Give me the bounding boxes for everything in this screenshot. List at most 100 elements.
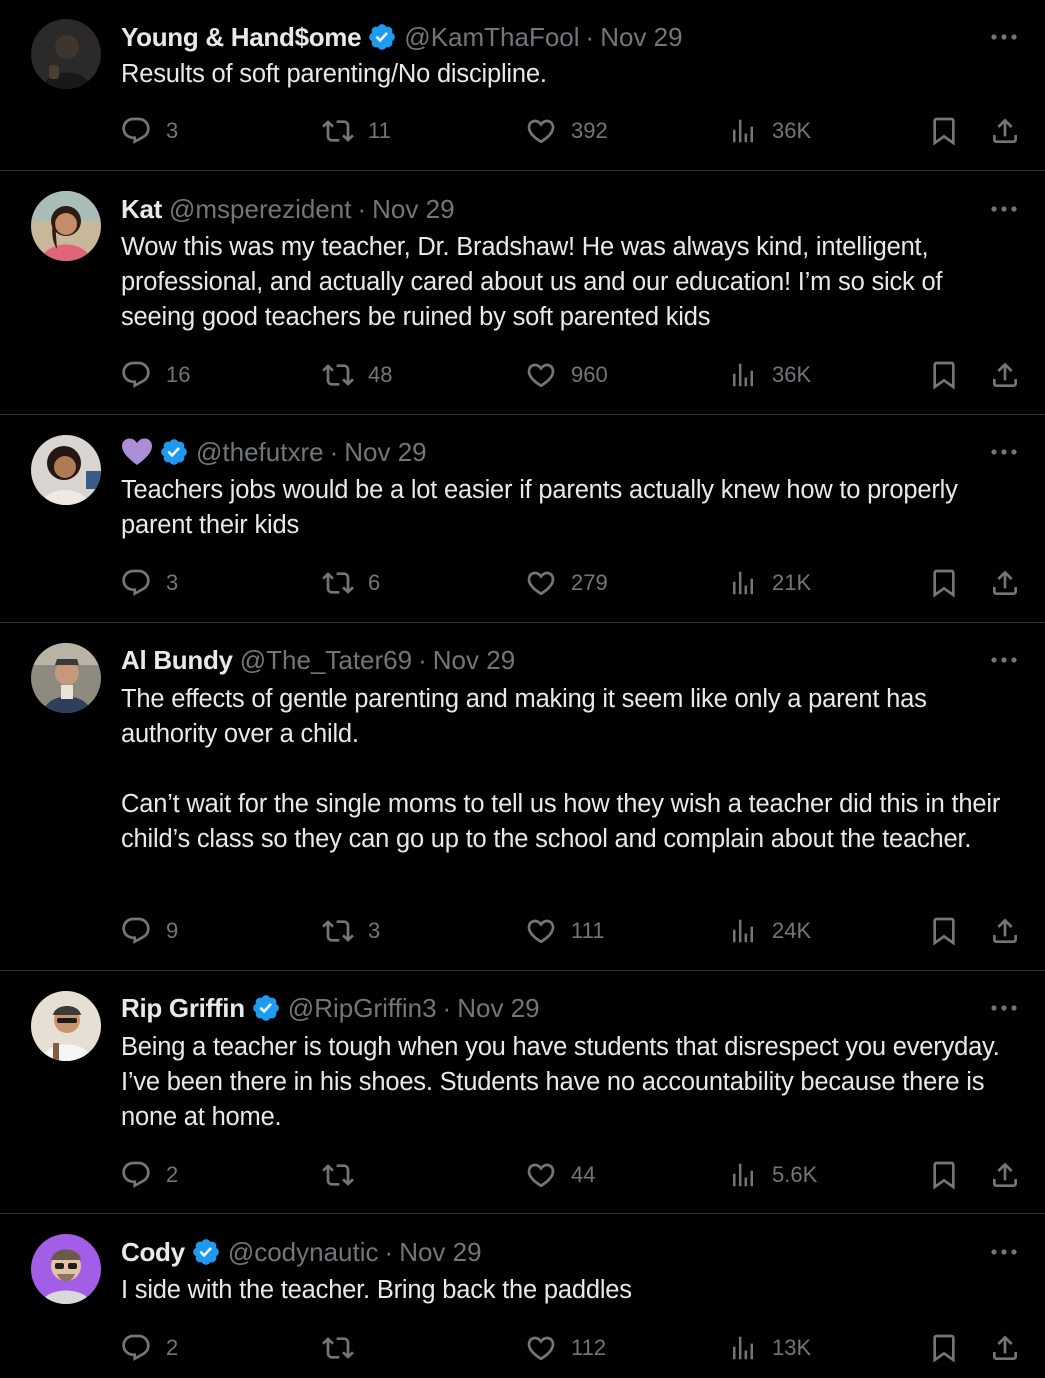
- share-icon: [989, 115, 1021, 147]
- user-handle[interactable]: @codynautic: [228, 1237, 379, 1268]
- views-count: 36K: [772, 362, 812, 387]
- repost-button[interactable]: 3: [322, 911, 380, 951]
- verified-badge-icon[interactable]: [367, 22, 397, 52]
- like-count: 44: [571, 1162, 596, 1187]
- reply-count: 2: [166, 1162, 179, 1187]
- bookmark-button[interactable]: [928, 1155, 960, 1195]
- separator-dot: ·: [585, 21, 595, 52]
- avatar[interactable]: [31, 643, 101, 713]
- views-button[interactable]: 21K: [728, 563, 811, 603]
- user-handle[interactable]: @RipGriffin3: [288, 993, 437, 1024]
- tweet-paragraph: Teachers jobs would be a lot easier if p…: [121, 476, 958, 539]
- like-icon: [525, 115, 557, 147]
- bookmark-icon: [928, 567, 960, 599]
- more-icon[interactable]: [989, 1242, 1019, 1262]
- reply-icon: [120, 915, 152, 947]
- display-name[interactable]: Rip Griffin: [121, 993, 245, 1024]
- user-handle[interactable]: @KamThaFool: [404, 22, 579, 53]
- repost-button[interactable]: 11: [322, 111, 391, 151]
- repost-button[interactable]: [322, 1155, 368, 1195]
- avatar[interactable]: [31, 435, 101, 505]
- tweet-divider: [0, 1213, 1045, 1214]
- views-button[interactable]: 24K: [728, 911, 811, 951]
- tweet-date[interactable]: Nov 29: [457, 993, 539, 1024]
- more-icon[interactable]: [989, 442, 1019, 462]
- verified-badge-icon[interactable]: [159, 437, 189, 467]
- views-icon: [728, 915, 758, 947]
- views-count: 36K: [772, 118, 812, 143]
- views-button[interactable]: 13K: [728, 1328, 811, 1368]
- reply-button[interactable]: 16: [120, 355, 190, 395]
- reply-button[interactable]: 2: [120, 1155, 178, 1195]
- avatar[interactable]: [31, 19, 101, 89]
- tweet-actions: 3 6 279 21K: [0, 563, 1045, 603]
- verified-badge-icon[interactable]: [191, 1237, 221, 1267]
- verified-badge-icon[interactable]: [251, 993, 281, 1023]
- repost-button[interactable]: 48: [322, 355, 392, 395]
- display-name[interactable]: Cody: [121, 1237, 185, 1268]
- reply-button[interactable]: 2: [120, 1328, 178, 1368]
- tweet-date[interactable]: Nov 29: [372, 194, 454, 225]
- tweet-paragraph: I side with the teacher. Bring back the …: [121, 1276, 632, 1304]
- share-icon: [989, 359, 1021, 391]
- bookmark-icon: [928, 1159, 960, 1191]
- like-button[interactable]: 111: [525, 911, 604, 951]
- display-name[interactable]: Al Bundy: [121, 645, 233, 676]
- bookmark-button[interactable]: [928, 563, 960, 603]
- repost-count: 48: [368, 362, 393, 387]
- tweet-date[interactable]: Nov 29: [600, 22, 682, 53]
- repost-button[interactable]: [322, 1328, 368, 1368]
- bookmark-button[interactable]: [928, 911, 960, 951]
- avatar[interactable]: [31, 1234, 101, 1304]
- bookmark-button[interactable]: [928, 355, 960, 395]
- tweet-header: Kat @msperezident · Nov 29: [121, 193, 455, 225]
- repost-count: 11: [368, 118, 391, 143]
- bookmark-button[interactable]: [928, 1328, 960, 1368]
- share-button[interactable]: [989, 111, 1021, 151]
- repost-button[interactable]: 6: [322, 563, 380, 603]
- reply-button[interactable]: 3: [120, 563, 178, 603]
- separator-dot: ·: [418, 644, 427, 675]
- like-button[interactable]: 112: [525, 1328, 606, 1368]
- views-icon: [728, 1332, 758, 1364]
- views-button[interactable]: 5.6K: [728, 1155, 817, 1195]
- reply-button[interactable]: 9: [120, 911, 178, 951]
- like-button[interactable]: 44: [525, 1155, 595, 1195]
- display-name[interactable]: Young & Hand$ome: [121, 22, 362, 53]
- more-icon[interactable]: [989, 650, 1019, 670]
- like-button[interactable]: 279: [525, 563, 608, 603]
- tweet-date[interactable]: Nov 29: [344, 437, 426, 468]
- separator-dot: ·: [357, 193, 367, 224]
- like-icon: [525, 359, 557, 391]
- user-handle[interactable]: @The_Tater69: [240, 645, 412, 676]
- tweet-actions: 16 48 960 36K: [0, 355, 1045, 395]
- tweet-paragraph: The effects of gentle parenting and maki…: [121, 685, 927, 748]
- views-button[interactable]: 36K: [728, 355, 811, 395]
- like-button[interactable]: 392: [525, 111, 608, 151]
- more-icon[interactable]: [989, 998, 1019, 1018]
- share-button[interactable]: [989, 911, 1021, 951]
- user-handle[interactable]: @thefutxre: [196, 437, 324, 468]
- share-button[interactable]: [989, 563, 1021, 603]
- reply-icon: [120, 567, 152, 599]
- user-handle[interactable]: @msperezident: [169, 194, 351, 225]
- views-button[interactable]: 36K: [728, 111, 811, 151]
- bookmark-button[interactable]: [928, 111, 960, 151]
- views-icon: [728, 567, 758, 599]
- avatar[interactable]: [31, 991, 101, 1061]
- tweet-date[interactable]: Nov 29: [433, 645, 515, 676]
- tweet-text: I side with the teacher. Bring back the …: [121, 1273, 1021, 1308]
- tweet-actions: 2 112 13K: [0, 1328, 1045, 1368]
- like-icon: [525, 1159, 557, 1191]
- share-button[interactable]: [989, 1328, 1021, 1368]
- tweet-actions: 9 3 111 24K: [0, 911, 1045, 951]
- tweet-date[interactable]: Nov 29: [399, 1237, 481, 1268]
- reply-button[interactable]: 3: [120, 111, 178, 151]
- display-name[interactable]: Kat: [121, 194, 162, 225]
- more-icon[interactable]: [989, 199, 1019, 219]
- share-button[interactable]: [989, 355, 1021, 395]
- share-button[interactable]: [989, 1155, 1021, 1195]
- avatar[interactable]: [31, 191, 101, 261]
- like-button[interactable]: 960: [525, 355, 608, 395]
- more-icon[interactable]: [989, 27, 1019, 47]
